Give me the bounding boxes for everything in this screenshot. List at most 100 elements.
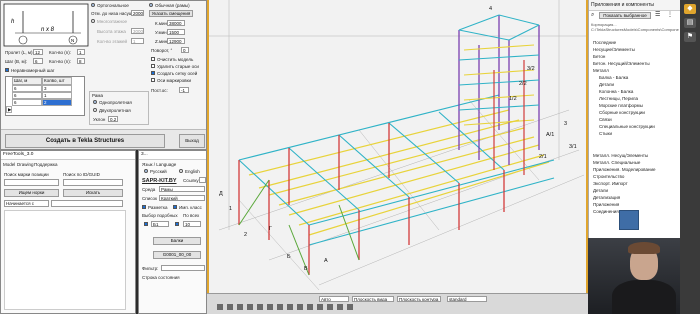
span-input[interactable]: 12 [33,49,43,55]
snap-icon[interactable] [327,304,333,310]
offset-input[interactable]: 2000 [131,10,144,16]
model-viewport[interactable]: А/1 2/1 3/1 3 4 1 2 Б В Г Д А 1/2 2/2 3/… [207,0,588,293]
tree-item[interactable]: Экспорт. Импорт [593,181,628,186]
search-pos-input[interactable] [4,179,59,186]
snap-icon[interactable] [227,304,233,310]
tree-item[interactable]: Несущие/Элементы [593,47,635,52]
tree-item[interactable]: Бетон. Несущий/Элементы [593,61,650,66]
tree-item[interactable]: Сборные конструкции [599,110,645,115]
ten-input[interactable]: 10 [183,221,201,227]
tree-item[interactable]: Соединения [593,209,619,214]
qty-input[interactable]: 1 [77,49,85,55]
snap-mode-dropdown[interactable]: Авто [319,296,349,302]
snap-icon[interactable] [287,304,293,310]
single-span-radio[interactable] [93,100,97,104]
filter-field[interactable] [161,265,205,271]
menu-icon[interactable]: ⋮ [667,11,673,18]
tree-item[interactable]: Приложения. Моделирование [593,167,656,172]
snap-icon[interactable] [257,304,263,310]
table-cell[interactable]: 6 [12,85,42,92]
list-icon[interactable]: ☰ [655,11,660,18]
applications-icon[interactable]: ▤ [684,18,696,28]
uneven-checkbox[interactable] [5,68,9,72]
search-id-input[interactable] [63,179,123,186]
clear-model-checkbox[interactable] [151,57,155,61]
ortho-radio[interactable] [91,3,95,7]
table-cell[interactable]: 3 [42,85,72,92]
tree-item[interactable]: Металл. Несущ/Элементы [593,153,648,158]
tab-model[interactable]: Model [3,162,15,167]
axis-marking-checkbox[interactable] [151,78,155,82]
snap-icon[interactable] [247,304,253,310]
snap-icon[interactable] [277,304,283,310]
tree-item[interactable]: Колонна - Балка [599,89,633,94]
component-thumbnail[interactable] [619,210,639,230]
exit-button[interactable]: Выход [179,134,205,148]
tree-item[interactable]: Лестницы, Перила [599,96,638,101]
rotation-input[interactable]: 0 [181,47,189,53]
floor-height-input[interactable]: 3000 [131,28,144,34]
components-search-icon[interactable]: ⌕ [591,12,594,19]
delete-old-checkbox[interactable] [151,64,155,68]
properties-icon[interactable]: ◆ [684,4,696,14]
table-cell[interactable]: 1 [42,92,72,99]
links-input[interactable] [199,177,206,183]
level-input[interactable]: -1 [179,87,189,93]
ten-checkbox[interactable] [175,222,179,226]
qty2-input[interactable]: 8 [77,58,85,64]
tree-item[interactable]: Приложения [593,202,619,207]
marking-checkbox[interactable] [142,205,146,209]
tree-item[interactable]: Металл. Специальные [593,160,640,165]
ymin-input[interactable]: 1500 [167,29,185,35]
brand-link[interactable]: SAPR-KIT.BY [142,178,177,184]
slope-input[interactable]: 0,2 [108,116,118,122]
starts-with-dropdown[interactable]: Начинается с [4,200,49,207]
tab-drawing[interactable]: Drawing [17,162,34,167]
snap-icon[interactable] [237,304,243,310]
b1-input[interactable]: Б1 [151,221,169,227]
view-plane-dropdown[interactable]: Плоскость вида [352,296,394,302]
table-cell[interactable]: 6 [12,92,42,99]
tree-item[interactable]: Детали [599,82,614,87]
show-selected-button[interactable]: Показать выбранное [599,12,651,19]
tree-item[interactable]: Строительство [593,174,624,179]
multistorey-radio[interactable] [91,19,95,23]
english-radio[interactable] [179,169,183,173]
create-grid-checkbox[interactable] [151,71,155,75]
table-cell[interactable]: 6 [12,99,42,106]
snap-icon[interactable] [217,304,223,310]
tree-item[interactable]: Детали [593,188,608,193]
tree-item[interactable]: Детализация [593,195,620,200]
offsets-button[interactable]: Указать смещения [149,10,193,17]
snap-icon[interactable] [267,304,273,310]
snap-icon[interactable] [317,304,323,310]
code-field[interactable]: G0001_00_00 [153,251,201,259]
floor-count-input[interactable]: 1 [131,38,144,44]
tag-icon[interactable]: ⚑ [684,32,696,42]
b1-checkbox[interactable] [144,222,148,226]
snap-icon[interactable] [347,304,353,310]
russian-radio[interactable] [144,169,148,173]
beams-button[interactable]: Балки [153,237,201,245]
env-dropdown[interactable]: Рамы [159,186,205,192]
contour-plane-dropdown[interactable]: Плоскость контура [397,296,441,302]
tab-support[interactable]: Поддержка [34,162,57,167]
table-cell-selected[interactable]: 2 [42,99,72,106]
tree-item[interactable]: Последние [593,40,616,45]
tree-item[interactable]: Бетон [593,54,605,59]
snap-icon[interactable] [337,304,343,310]
double-span-radio[interactable] [93,108,97,112]
create-in-tekla-button[interactable]: Создать в Tekla Structures [5,134,165,148]
imp-class-checkbox[interactable] [173,205,177,209]
tree-item[interactable]: Стыки [599,131,612,136]
tree-item[interactable]: Связи [599,117,612,122]
list-dropdown[interactable]: Краткий [159,195,205,201]
zmin-input[interactable]: 12900 [167,38,185,44]
kmin-input[interactable]: 38000 [167,20,185,26]
step-input[interactable]: 6 [33,58,43,64]
find-marks-button[interactable]: Ищем норки [4,189,59,197]
tree-item[interactable]: Металл [593,68,609,73]
search-button[interactable]: Искать [63,189,123,197]
tree-item[interactable]: Специальные конструкции [599,124,655,129]
filter-input[interactable] [51,200,123,207]
